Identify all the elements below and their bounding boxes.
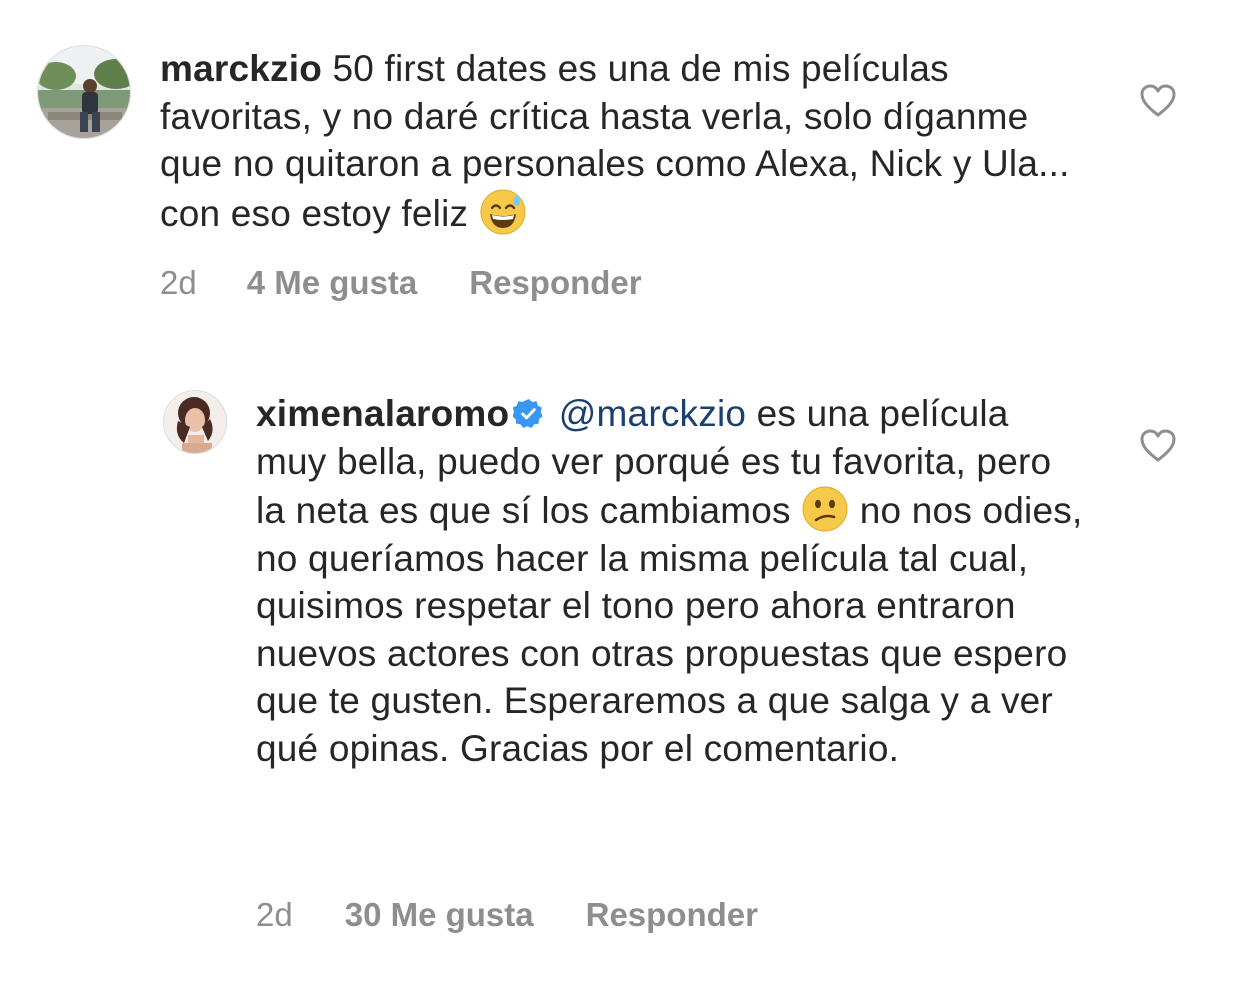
avatar[interactable] (163, 390, 227, 454)
comment-item: marckzio 50 first dates es una de mis pe… (0, 0, 1242, 330)
avatar[interactable] (37, 45, 131, 139)
verified-badge-icon (513, 398, 543, 429)
like-count-button[interactable]: 30 Me gusta (345, 896, 534, 934)
user-photo-avatar-icon (38, 46, 130, 138)
reply-button[interactable]: Responder (469, 264, 641, 302)
comment-actions: 2d 4 Me gusta Responder (160, 264, 642, 302)
comment-item: ximenalaromo @marckzio es una película m… (0, 330, 1242, 989)
comment-text: ximenalaromo @marckzio es una película m… (256, 390, 1086, 772)
heart-icon[interactable] (1140, 84, 1176, 118)
reply-button[interactable]: Responder (586, 896, 758, 934)
comment-actions: 2d 30 Me gusta Responder (256, 896, 758, 934)
comment-timestamp: 2d (256, 896, 293, 933)
comment-timestamp: 2d (160, 264, 197, 301)
like-count-button[interactable]: 4 Me gusta (247, 264, 418, 302)
comment-text: marckzio 50 first dates es una de mis pe… (160, 45, 1090, 237)
heart-icon[interactable] (1140, 429, 1176, 463)
grinning-face-with-sweat-icon (480, 189, 526, 234)
comment-username[interactable]: marckzio (160, 48, 322, 89)
user-photo-avatar-icon (164, 391, 226, 453)
comment-username[interactable]: ximenalaromo (256, 393, 509, 434)
confused-face-icon (802, 486, 848, 532)
comment-message-continued: no nos odies, no queríamos hacer la mism… (256, 490, 1083, 769)
mention-link[interactable]: @marckzio (559, 393, 746, 434)
